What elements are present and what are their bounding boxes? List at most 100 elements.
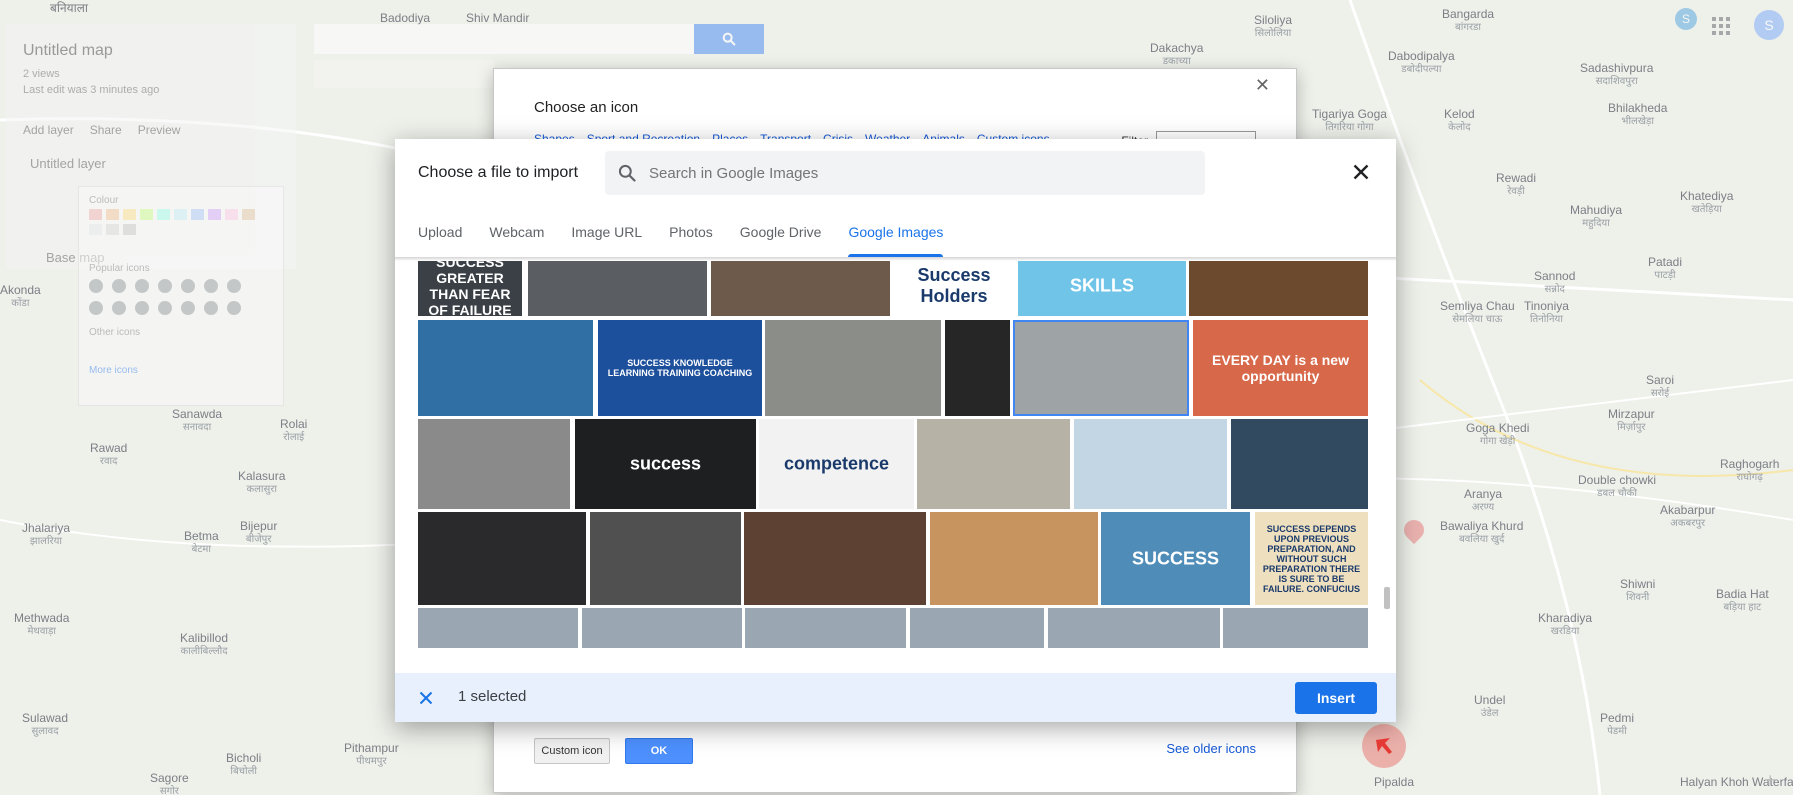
map-search-button[interactable] xyxy=(694,24,764,54)
zoom-in-icon[interactable]: + xyxy=(1765,770,1776,791)
search-icon xyxy=(722,32,736,46)
see-older-icons-link[interactable]: See older icons xyxy=(1166,741,1256,756)
account-icon[interactable]: S xyxy=(1675,8,1697,30)
map-place-label: Dakachya डकाच्या xyxy=(1150,41,1204,68)
add-layer-button[interactable]: Add layer xyxy=(23,123,74,137)
tab-webcam[interactable]: Webcam xyxy=(489,221,544,257)
image-result-thumbnail[interactable] xyxy=(745,608,906,648)
image-result-thumbnail[interactable] xyxy=(590,512,741,605)
apps-grid-icon[interactable] xyxy=(1712,17,1730,35)
image-result-thumbnail[interactable] xyxy=(1223,608,1368,648)
image-search-box[interactable] xyxy=(605,151,1205,195)
colour-label: Colour xyxy=(89,195,119,206)
image-result-thumbnail[interactable]: EVERY DAY is a new opportunity xyxy=(1193,320,1368,416)
image-result-thumbnail[interactable]: competence xyxy=(759,419,914,509)
tab-photos[interactable]: Photos xyxy=(669,221,713,257)
colour-swatches[interactable] xyxy=(89,209,255,235)
map-place-label: Akabarpur अकबरपुर xyxy=(1660,503,1716,530)
map-place-label: Bicholi बिचोली xyxy=(226,751,262,778)
map-place-label: Bangarda बांगरडा xyxy=(1442,7,1495,34)
image-result-thumbnail[interactable] xyxy=(1189,261,1368,316)
image-result-thumbnail[interactable] xyxy=(711,261,890,316)
tab-image-url[interactable]: Image URL xyxy=(571,221,642,257)
map-place-label: Mirzapur मिर्ज़ापुर xyxy=(1608,407,1655,434)
tab-google-drive[interactable]: Google Drive xyxy=(740,221,822,257)
image-result-thumbnail[interactable]: Success Holders xyxy=(892,261,1016,316)
close-icon[interactable]: ✕ xyxy=(1255,75,1270,96)
map-place-label: Rolai रोलाई xyxy=(280,417,308,444)
image-result-thumbnail[interactable] xyxy=(418,419,570,509)
image-result-thumbnail[interactable] xyxy=(930,512,1098,605)
map-place-label: Bijepur बीजेपुर xyxy=(240,519,278,546)
image-result-thumbnail[interactable] xyxy=(1074,419,1227,509)
image-result-thumbnail[interactable] xyxy=(1013,320,1189,416)
map-place-label: Mahudiya महुदिया xyxy=(1570,203,1623,230)
map-place-label: Rewadi रेवड़ी xyxy=(1496,171,1537,198)
map-place-label: Semliya Chau सेमलिया चाऊ xyxy=(1440,299,1515,326)
image-result-thumbnail[interactable]: SUCCESS KNOWLEDGE LEARNING TRAINING COAC… xyxy=(598,320,762,416)
image-caption: success xyxy=(629,453,702,474)
close-icon[interactable] xyxy=(1348,159,1374,185)
selection-bar: 1 selected Insert xyxy=(395,673,1396,722)
tab-google-images[interactable]: Google Images xyxy=(848,221,943,257)
map-place-label: Pipalda xyxy=(1374,775,1415,789)
popular-icons[interactable] xyxy=(89,279,241,293)
image-result-thumbnail[interactable] xyxy=(910,608,1044,648)
map-place-label: Aranya अरण्य xyxy=(1464,487,1503,514)
image-result-thumbnail[interactable]: SKILLS xyxy=(1018,261,1186,316)
map-place-label: Badia Hat बड़िया हाट xyxy=(1716,587,1769,614)
map-place-label: Goga Khedi गोगा खेड़ी xyxy=(1466,421,1530,448)
image-result-thumbnail[interactable]: success xyxy=(575,419,756,509)
map-place-label: Sagore सगोर xyxy=(150,771,189,795)
layer-name[interactable]: Untitled layer xyxy=(30,156,106,171)
map-place-label: Sannod सन्नोद xyxy=(1534,269,1576,296)
map-place-label: Pedmi पेडमी xyxy=(1600,711,1635,738)
insert-button[interactable]: Insert xyxy=(1295,682,1377,714)
scrollbar[interactable] xyxy=(1384,587,1390,609)
map-place-label: Tigariya Goga तिगरिया गोगा xyxy=(1312,107,1387,134)
preview-button[interactable]: Preview xyxy=(138,123,181,137)
map-place-label: Methwada मेथवाड़ा xyxy=(14,611,70,638)
image-result-thumbnail[interactable] xyxy=(418,320,593,416)
popular-icons-row-2[interactable] xyxy=(89,301,241,315)
share-button[interactable]: Share xyxy=(90,123,122,137)
image-result-thumbnail[interactable] xyxy=(582,608,742,648)
map-place-label: Pithampur पीथमपुर xyxy=(344,741,399,768)
image-result-thumbnail[interactable] xyxy=(418,608,578,648)
image-result-thumbnail[interactable] xyxy=(744,512,926,605)
image-result-thumbnail[interactable] xyxy=(1231,419,1368,509)
image-result-thumbnail[interactable] xyxy=(917,419,1070,509)
custom-icon-button[interactable]: Custom icon xyxy=(534,738,610,764)
map-place-label: Shiwni शिवनी xyxy=(1620,577,1656,604)
map-place-label: Saroi सरोई xyxy=(1646,373,1675,400)
clear-selection-icon[interactable] xyxy=(415,687,437,709)
image-result-thumbnail[interactable]: SUCCESS xyxy=(1101,512,1250,605)
image-result-thumbnail[interactable] xyxy=(528,261,707,316)
map-place-label: Bhilakheda भीलखेड़ा xyxy=(1608,101,1668,128)
image-result-thumbnail[interactable]: SUCCESS DEPENDS UPON PREVIOUS PREPARATIO… xyxy=(1255,512,1368,605)
map-place-label: Rawad रवाद xyxy=(90,441,128,468)
map-views: 2 views xyxy=(23,68,60,80)
tab-upload[interactable]: Upload xyxy=(418,221,462,257)
image-search-input[interactable] xyxy=(649,164,1169,182)
map-place-label: Patadi पाटड़ी xyxy=(1648,255,1683,282)
image-caption: SUCCESS DEPENDS UPON PREVIOUS PREPARATIO… xyxy=(1262,523,1361,594)
image-result-thumbnail[interactable] xyxy=(765,320,941,416)
image-caption: Success Holders xyxy=(917,265,991,306)
image-caption: competence xyxy=(783,453,890,474)
image-result-thumbnail[interactable] xyxy=(1048,608,1220,648)
avatar[interactable]: S xyxy=(1754,10,1784,40)
image-result-thumbnail[interactable] xyxy=(418,512,586,605)
map-place-label: Double chowki डबल चौकी xyxy=(1578,473,1657,500)
image-result-thumbnail[interactable] xyxy=(945,320,1010,416)
popular-icons-label: Popular icons xyxy=(89,263,150,274)
image-caption: SUCCESS KNOWLEDGE LEARNING TRAINING COAC… xyxy=(607,358,753,378)
map-search-input[interactable] xyxy=(314,24,694,54)
map-place-label: Dabodipalya डबोदीपल्या xyxy=(1388,49,1455,76)
map-title[interactable]: Untitled map xyxy=(23,42,113,60)
map-place-label: Siloliya सिलोलिया xyxy=(1254,13,1293,40)
image-result-thumbnail[interactable]: SUCCESS GREATER THAN FEAR OF FAILURE xyxy=(418,261,522,316)
ok-button[interactable]: OK xyxy=(625,738,693,764)
more-icons-link[interactable]: More icons xyxy=(89,365,138,376)
map-place-label: Sadashivpura सदाशिवपुरा xyxy=(1580,61,1654,88)
